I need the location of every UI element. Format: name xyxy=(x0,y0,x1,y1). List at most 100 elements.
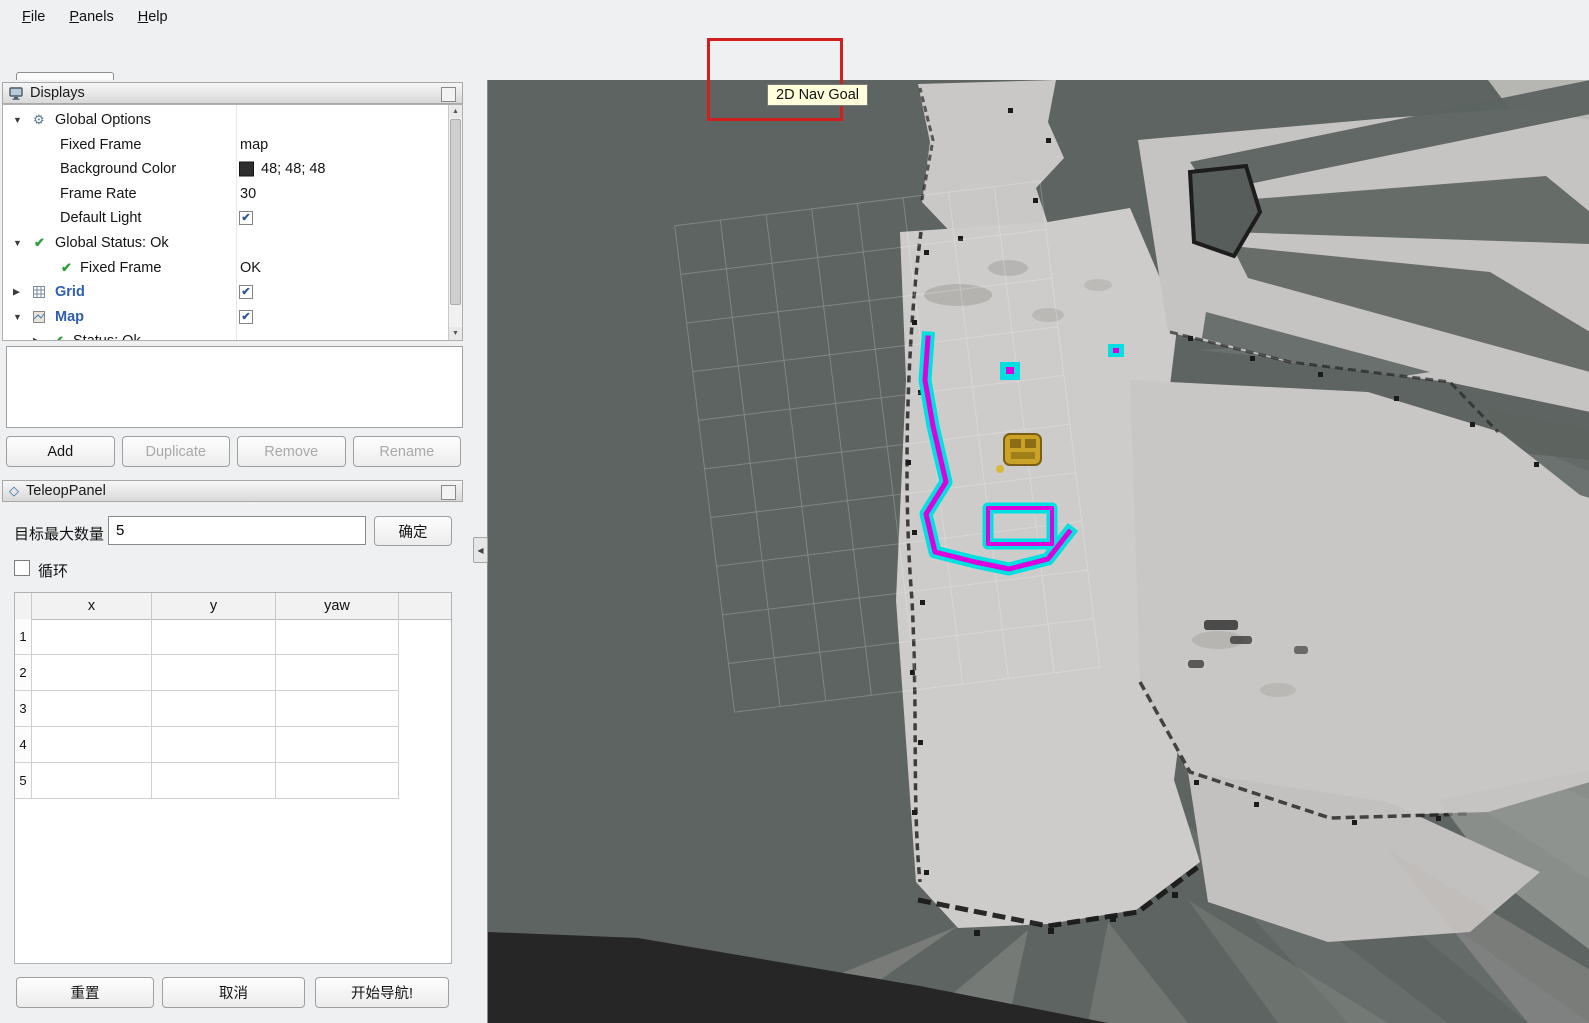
table-cell[interactable] xyxy=(152,727,276,763)
tree-row[interactable]: ▼ ⚙ Global Options xyxy=(3,108,448,132)
displays-panel-header[interactable]: Displays xyxy=(2,82,463,104)
table-cell[interactable] xyxy=(276,763,399,799)
table-cell[interactable] xyxy=(32,727,152,763)
goal-table-header: x y yaw xyxy=(15,593,451,620)
tree-item-map-status[interactable]: Status: Ok xyxy=(73,333,141,341)
add-button[interactable]: Add xyxy=(6,436,115,467)
tree-item-global-options[interactable]: Global Options xyxy=(55,112,151,128)
expand-arrow-icon[interactable]: ▶ xyxy=(13,287,20,298)
background-color-value[interactable]: 48; 48; 48 xyxy=(261,161,326,177)
teleop-panel-header[interactable]: ◇ TeleopPanel xyxy=(2,480,463,502)
display-description-box xyxy=(6,346,463,428)
column-header-x[interactable]: x xyxy=(32,593,152,619)
table-row: 5 xyxy=(15,763,400,799)
tree-row[interactable]: Background Color 48; 48; 48 xyxy=(3,157,448,181)
fixed-frame-value[interactable]: map xyxy=(240,137,268,153)
tree-item-status-fixed-frame[interactable]: Fixed Frame xyxy=(80,260,161,276)
map-canvas xyxy=(488,80,1589,1023)
table-cell[interactable] xyxy=(152,655,276,691)
table-cell[interactable] xyxy=(32,655,152,691)
checkbox-checked[interactable]: ✔ xyxy=(239,211,253,225)
teleop-panel-title: TeleopPanel xyxy=(26,483,106,499)
checkbox-checked[interactable]: ✔ xyxy=(239,285,253,299)
row-header[interactable]: 4 xyxy=(15,727,32,763)
tree-row[interactable]: ▶ Grid ✔ xyxy=(3,280,448,304)
scroll-up-icon[interactable]: ▲ xyxy=(449,105,462,118)
status-ok-icon: ✔ xyxy=(61,260,72,276)
row-header[interactable]: 1 xyxy=(15,619,32,655)
tree-row[interactable]: ✔ Fixed Frame OK xyxy=(3,256,448,280)
remove-button[interactable]: Remove xyxy=(237,436,346,467)
table-row: 2 xyxy=(15,655,400,691)
highlight-rect xyxy=(707,38,843,121)
tree-row[interactable]: ▼ ✔ Global Status: Ok xyxy=(3,231,448,255)
tree-item-global-status[interactable]: Global Status: Ok xyxy=(55,235,169,251)
duplicate-button[interactable]: Duplicate xyxy=(122,436,231,467)
render-viewport[interactable] xyxy=(487,80,1589,1023)
tree-item-fixed-frame[interactable]: Fixed Frame xyxy=(60,137,141,153)
tree-item-map[interactable]: Map xyxy=(55,309,84,325)
map-icon xyxy=(33,311,45,323)
menu-help[interactable]: Help xyxy=(128,5,178,29)
column-header-yaw[interactable]: yaw xyxy=(276,593,399,619)
table-cell[interactable] xyxy=(32,763,152,799)
confirm-button[interactable]: 确定 xyxy=(374,516,452,546)
collapse-arrow-icon[interactable]: ▼ xyxy=(13,312,22,322)
loop-checkbox[interactable] xyxy=(14,560,30,576)
row-header[interactable]: 2 xyxy=(15,655,32,691)
max-goal-input[interactable] xyxy=(108,516,366,545)
tree-item-grid[interactable]: Grid xyxy=(55,284,85,300)
cancel-button[interactable]: 取消 xyxy=(162,977,305,1008)
tree-row-partial[interactable]: ▶ ✔ Status: Ok xyxy=(3,329,448,341)
reset-button[interactable]: 重置 xyxy=(16,977,154,1008)
displays-icon xyxy=(9,87,23,100)
displays-tree[interactable]: ▼ ⚙ Global Options Fixed Frame map Backg… xyxy=(2,104,463,341)
table-cell[interactable] xyxy=(152,763,276,799)
start-nav-button[interactable]: 开始导航! xyxy=(315,977,449,1008)
table-row: 4 xyxy=(15,727,400,763)
table-cell[interactable] xyxy=(32,619,152,655)
row-header[interactable]: 5 xyxy=(15,763,32,799)
table-cell[interactable] xyxy=(152,619,276,655)
table-cell[interactable] xyxy=(276,619,399,655)
column-header-y[interactable]: y xyxy=(152,593,276,619)
rename-button[interactable]: Rename xyxy=(353,436,462,467)
menu-file[interactable]: File xyxy=(12,5,55,29)
displays-button-row: Add Duplicate Remove Rename xyxy=(6,436,461,467)
goal-table[interactable]: x y yaw 1 2 3 4 xyxy=(14,592,452,964)
table-cell[interactable] xyxy=(276,727,399,763)
left-panel: Displays ▼ ⚙ Global Options Fixed Frame … xyxy=(0,80,487,1023)
table-cell[interactable] xyxy=(32,691,152,727)
float-panel-button[interactable] xyxy=(441,87,456,102)
header-stub xyxy=(399,593,451,619)
tree-row[interactable]: ▼ Map ✔ xyxy=(3,305,448,329)
table-cell[interactable] xyxy=(276,691,399,727)
tree-row[interactable]: Default Light ✔ xyxy=(3,206,448,230)
tree-scrollbar[interactable]: ▲ ▼ xyxy=(448,105,462,340)
gear-icon: ⚙ xyxy=(33,112,45,128)
menu-panels[interactable]: Panels xyxy=(59,5,123,29)
panel-collapse-handle[interactable]: ◀ xyxy=(473,537,488,563)
float-panel-button[interactable] xyxy=(441,485,456,500)
scroll-down-icon[interactable]: ▼ xyxy=(449,327,462,340)
status-fixed-frame-value: OK xyxy=(240,260,261,276)
frame-rate-value[interactable]: 30 xyxy=(240,186,256,202)
tree-row[interactable]: Frame Rate 30 xyxy=(3,182,448,206)
expand-arrow-icon[interactable]: ▶ xyxy=(33,336,40,342)
displays-panel-title: Displays xyxy=(30,85,85,101)
table-cell[interactable] xyxy=(276,655,399,691)
collapse-arrow-icon[interactable]: ▼ xyxy=(13,115,22,125)
table-row: 1 xyxy=(15,619,400,655)
scrollbar-thumb[interactable] xyxy=(450,119,461,305)
grid-icon xyxy=(33,286,45,298)
tree-row[interactable]: Fixed Frame map xyxy=(3,133,448,157)
collapse-arrow-icon[interactable]: ▼ xyxy=(13,238,22,248)
loop-label: 循环 xyxy=(38,560,68,581)
tree-item-default-light[interactable]: Default Light xyxy=(60,210,141,226)
status-ok-icon: ✔ xyxy=(34,235,45,251)
checkbox-checked[interactable]: ✔ xyxy=(239,310,253,324)
tree-item-frame-rate[interactable]: Frame Rate xyxy=(60,186,137,202)
table-cell[interactable] xyxy=(152,691,276,727)
row-header[interactable]: 3 xyxy=(15,691,32,727)
tree-item-background-color[interactable]: Background Color xyxy=(60,161,176,177)
